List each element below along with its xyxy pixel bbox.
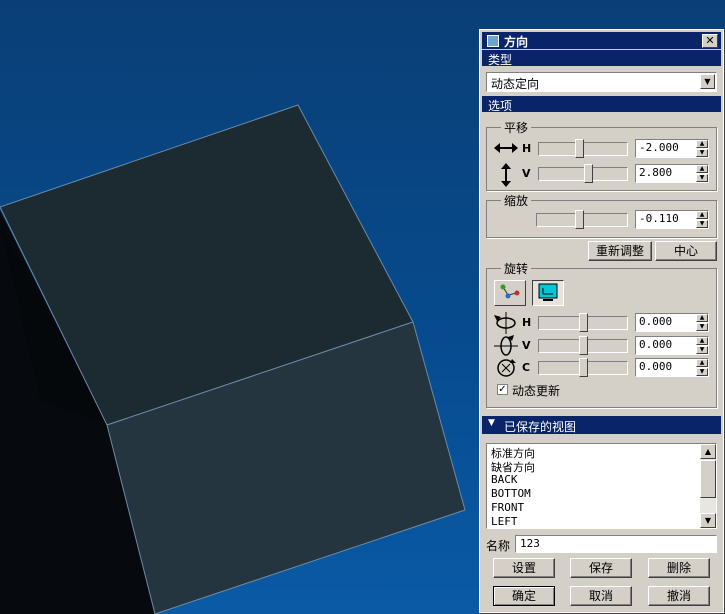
rotate-v-value[interactable]: 0.000: [639, 338, 672, 351]
type-select[interactable]: 动态定向 ▼: [486, 72, 717, 92]
pan-label: 平移: [501, 119, 532, 136]
chevron-down-icon[interactable]: ▼: [700, 74, 715, 89]
readjust-button[interactable]: 重新调整: [588, 241, 652, 261]
undo-button[interactable]: 撤消: [648, 586, 710, 606]
set-button[interactable]: 设置: [493, 558, 555, 578]
orientation-dialog: 方向 ✕ 类型 动态定向 ▼ 选项 平移 H -2.000 ▲ ▼ V 2.800…: [479, 29, 724, 613]
title-bar[interactable]: 方向 ✕: [482, 32, 721, 49]
zoom-spinner[interactable]: -0.110 ▲ ▼: [635, 210, 709, 229]
scrollbar-thumb[interactable]: [700, 460, 716, 498]
checkmark-icon: ✓: [498, 384, 507, 395]
spin-up-icon[interactable]: ▲: [696, 314, 708, 322]
rotate-v-slider-thumb[interactable]: [579, 336, 588, 355]
rotate-c-spinner[interactable]: 0.000 ▲ ▼: [635, 358, 709, 377]
scroll-down-icon[interactable]: ▼: [700, 513, 716, 528]
saved-views-header-label: 已保存的视图: [504, 420, 577, 434]
pan-h-spinner[interactable]: -2.000 ▲ ▼: [635, 139, 709, 158]
center-button[interactable]: 中心: [655, 241, 717, 261]
type-header: 类型: [482, 50, 721, 67]
zoom-label: 缩放: [501, 192, 532, 209]
rotate-spin-center-tool[interactable]: [494, 280, 526, 306]
rotate-v-slider[interactable]: [538, 336, 628, 355]
saved-views-list[interactable]: 标准方向 缺省方向 BACK BOTTOM FRONT LEFT ▲ ▼: [486, 443, 717, 529]
rotate-c-value[interactable]: 0.000: [639, 360, 672, 373]
ok-button[interactable]: 确定: [493, 586, 555, 606]
pan-h-slider-thumb[interactable]: [575, 139, 584, 158]
rotate-h-slider[interactable]: [538, 313, 628, 332]
delete-button[interactable]: 删除: [648, 558, 710, 578]
list-item[interactable]: LEFT: [491, 515, 518, 528]
spin-up-icon[interactable]: ▲: [696, 140, 708, 148]
rotate-h-icon: [494, 312, 516, 334]
pan-v-spinner[interactable]: 2.800 ▲ ▼: [635, 164, 709, 183]
rotate-label: 旋转: [501, 260, 532, 277]
rotate-h-value[interactable]: 0.000: [639, 315, 672, 328]
pan-v-slider-thumb[interactable]: [584, 164, 593, 183]
collapse-triangle-icon: ▼: [488, 418, 495, 428]
spin-center-icon: [500, 284, 520, 299]
zoom-slider[interactable]: [536, 210, 628, 229]
pan-v-axis-label: V: [522, 167, 531, 180]
monitor-icon: [538, 283, 558, 301]
spin-down-icon[interactable]: ▼: [696, 220, 708, 228]
rotate-v-spinner[interactable]: 0.000 ▲ ▼: [635, 336, 709, 355]
rotate-h-axis-label: H: [522, 316, 532, 329]
rotate-h-slider-thumb[interactable]: [579, 313, 588, 332]
pan-v-value[interactable]: 2.800: [639, 166, 672, 179]
pan-v-slider[interactable]: [538, 164, 628, 183]
name-value[interactable]: 123: [520, 537, 540, 550]
pan-h-slider[interactable]: [538, 139, 628, 158]
dynamic-update-label[interactable]: 动态更新: [512, 382, 560, 399]
spin-up-icon[interactable]: ▲: [696, 337, 708, 345]
list-item[interactable]: BOTTOM: [491, 487, 531, 500]
spin-down-icon[interactable]: ▼: [696, 368, 708, 376]
rotate-v-icon: [494, 335, 518, 356]
rotate-v-axis-label: V: [522, 339, 531, 352]
scroll-up-icon[interactable]: ▲: [700, 444, 716, 459]
rotate-screen-tool[interactable]: [532, 280, 564, 306]
rotate-h-spinner[interactable]: 0.000 ▲ ▼: [635, 313, 709, 332]
pan-h-axis-label: H: [522, 142, 532, 155]
options-header: 选项: [482, 96, 721, 113]
list-scrollbar[interactable]: ▲ ▼: [700, 444, 716, 528]
list-item[interactable]: FRONT: [491, 501, 524, 514]
zoom-value[interactable]: -0.110: [639, 212, 679, 225]
rotate-c-icon: [497, 359, 516, 377]
saved-views-header[interactable]: ▼ 已保存的视图: [482, 416, 721, 434]
window-title: 方向: [504, 35, 529, 49]
dynamic-update-checkbox[interactable]: ✓: [497, 384, 508, 395]
type-select-value: 动态定向: [491, 77, 540, 91]
spin-up-icon[interactable]: ▲: [696, 359, 708, 367]
zoom-slider-thumb[interactable]: [575, 210, 584, 229]
type-header-label: 类型: [488, 53, 513, 67]
name-label: 名称: [486, 539, 511, 553]
spin-up-icon[interactable]: ▲: [696, 165, 708, 173]
rotate-c-axis-label: C: [522, 361, 531, 374]
horizontal-arrows-icon: [494, 143, 518, 153]
spin-down-icon[interactable]: ▼: [696, 174, 708, 182]
spin-down-icon[interactable]: ▼: [696, 149, 708, 157]
name-input[interactable]: 123: [515, 535, 717, 553]
window-icon: [487, 35, 499, 47]
close-button[interactable]: ✕: [702, 34, 718, 48]
options-header-label: 选项: [488, 99, 513, 113]
spin-down-icon[interactable]: ▼: [696, 323, 708, 331]
list-item[interactable]: BACK: [491, 473, 518, 486]
cancel-button[interactable]: 取消: [570, 586, 632, 606]
save-button[interactable]: 保存: [570, 558, 632, 578]
rotate-c-slider-thumb[interactable]: [579, 358, 588, 377]
pan-h-value[interactable]: -2.000: [639, 141, 679, 154]
spin-down-icon[interactable]: ▼: [696, 346, 708, 354]
rotate-c-slider[interactable]: [538, 358, 628, 377]
spin-up-icon[interactable]: ▲: [696, 211, 708, 219]
vertical-arrows-icon: [501, 163, 511, 187]
